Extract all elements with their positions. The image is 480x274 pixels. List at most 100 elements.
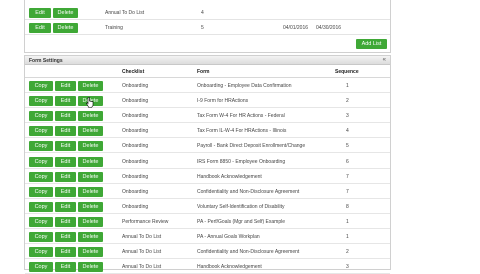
row-sequence: 2 [346,98,349,105]
delete-list-button[interactable]: Delete [53,23,78,33]
edit-button[interactable]: Edit [55,232,76,242]
form-settings-title: Form Settings [29,58,63,64]
edit-button[interactable]: Edit [55,171,76,182]
delete-button[interactable]: Delete [78,201,103,212]
delete-list-button[interactable]: Delete [53,8,78,18]
form-row: Copy Edit Delete Annual To Do List Confident… [25,244,390,260]
copy-button[interactable]: Copy [29,216,53,227]
delete-button[interactable]: Delete [78,247,103,258]
form-row: Copy Edit Delete Onboarding Tax Form W-4 For… [25,108,390,124]
row-form: Onboarding - Employee Data Confirmation [197,83,292,89]
copy-button[interactable]: Copy [29,186,53,197]
delete-button[interactable]: Delete [78,81,103,91]
list-row: Edit Delete Training 5 04/01/2016 04/30/… [25,21,390,35]
edit-button[interactable]: Edit [55,201,76,212]
list-sequence: 4 [201,10,204,16]
edit-button[interactable]: Edit [55,247,76,258]
row-form: Handbook Acknowledgement [197,173,262,180]
copy-button[interactable]: Copy [29,96,53,107]
copy-button[interactable]: Copy [29,201,53,212]
form-row: Copy Edit Delete Onboarding Payroll - Bank D… [25,138,390,154]
form-row: Copy Edit Delete Onboarding IRS Form 8850 - … [25,154,390,169]
row-checklist: Annual To Do List [122,234,162,240]
row-sequence: 3 [346,113,349,120]
list-name: Training [105,25,123,31]
delete-button[interactable]: Delete [78,141,103,152]
row-checklist: Onboarding [122,128,149,135]
row-form: Confidentiality and Non-Disclosure Agree… [197,188,300,195]
copy-button[interactable]: Copy [29,126,53,137]
edit-button[interactable]: Edit [55,156,76,167]
form-settings-header: Form Settings « [25,56,390,65]
row-checklist: Annual To Do List [122,249,162,256]
row-checklist: Annual To Do List [122,264,162,271]
edit-button[interactable]: Edit [55,262,76,273]
edit-button[interactable]: Edit [55,111,76,122]
row-checklist: Onboarding [122,203,149,210]
edit-button[interactable]: Edit [55,126,76,137]
form-row: Copy Edit Delete Onboarding Onboarding - Emp… [25,78,390,93]
list-end-date: 04/30/2016 [316,25,342,31]
column-header-form: Form [197,69,210,75]
copy-button[interactable]: Copy [29,262,53,273]
copy-button[interactable]: Copy [29,171,53,182]
row-form: IRS Form 8850 - Employee Onboarding [197,158,286,165]
checklist-list-panel: Edit Delete Annual To Do List 4 Edit Del… [24,0,391,53]
row-sequence: 1 [346,218,349,225]
row-form: I-9 Form for HRActions [197,98,249,105]
edit-button[interactable]: Edit [55,141,76,152]
row-sequence: 4 [346,128,349,135]
row-form: Handbook Acknowledgement [197,264,262,271]
form-row: Copy Edit Delete Onboarding Tax Form IL-W-4 … [25,123,390,139]
row-sequence: 8 [346,203,349,210]
form-row: Copy Edit Delete Onboarding Handbook Acknowl… [25,169,390,184]
edit-button[interactable]: Edit [55,96,76,107]
edit-list-button[interactable]: Edit [29,8,51,18]
copy-button[interactable]: Copy [29,111,53,122]
copy-button[interactable]: Copy [29,232,53,242]
row-checklist: Onboarding [122,173,149,180]
delete-button[interactable]: Delete [78,171,103,182]
row-form: PA - Perf/Goals (Mgr and Self) Example [197,218,285,225]
copy-button[interactable]: Copy [29,156,53,167]
edit-button[interactable]: Edit [55,81,76,91]
row-form: PA - Annual Goals Workplan [197,234,260,240]
row-form: Voluntary Self-Identification of Disabil… [197,203,285,210]
row-sequence: 3 [346,264,349,271]
copy-button[interactable]: Copy [29,81,53,91]
row-form: Payroll - Bank Direct Deposit Enrollment… [197,143,306,150]
form-row: Copy Edit Delete Annual To Do List Handbook … [25,259,390,274]
edit-button[interactable]: Edit [55,186,76,197]
form-settings-panel: Form Settings « Checklist Form Sequence … [24,55,391,274]
list-start-date: 04/01/2016 [283,25,309,31]
delete-button[interactable]: Delete [78,111,103,122]
row-checklist: Onboarding [122,143,149,150]
row-sequence: 6 [346,158,349,165]
row-sequence: 7 [346,188,349,195]
add-list-button[interactable]: Add List [356,39,387,49]
row-checklist: Onboarding [122,113,149,120]
row-sequence: 5 [346,143,349,150]
delete-button[interactable]: Delete [78,126,103,137]
edit-button[interactable]: Edit [55,216,76,227]
row-checklist: Onboarding [122,83,149,89]
copy-button[interactable]: Copy [29,247,53,258]
row-form: Tax Form W-4 For HR Actions - Federal [197,113,285,120]
delete-button[interactable]: Delete [78,186,103,197]
copy-button[interactable]: Copy [29,141,53,152]
delete-button[interactable]: Delete [78,232,103,242]
column-header-sequence: Sequence [335,69,359,75]
row-sequence: 1 [346,234,349,240]
list-name: Annual To Do List [105,10,145,16]
collapse-icon[interactable]: « [383,57,386,63]
row-checklist: Onboarding [122,188,149,195]
list-sequence: 5 [201,25,204,31]
delete-button[interactable]: Delete [78,216,103,227]
form-row: Copy Edit Delete Annual To Do List PA - Annu… [25,229,390,244]
delete-button[interactable]: Delete [78,262,103,273]
delete-button[interactable]: Delete [78,156,103,167]
row-form: Tax Form IL-W-4 For HRActions - Illinois [197,128,287,135]
row-sequence: 1 [346,83,349,89]
form-row: Copy Edit Delete Onboarding Voluntary Self-I… [25,199,390,214]
edit-list-button[interactable]: Edit [29,23,51,33]
